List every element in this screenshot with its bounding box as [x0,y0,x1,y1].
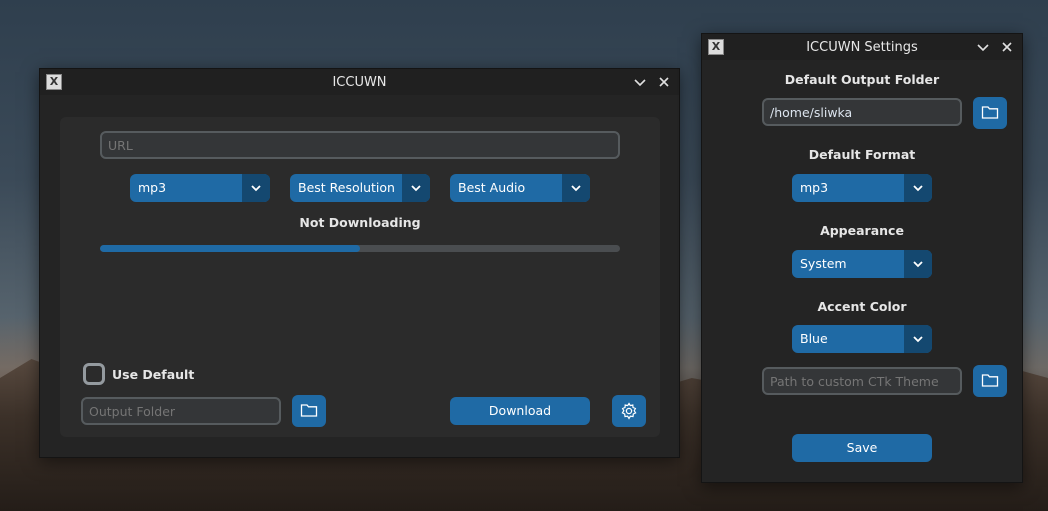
format-dropdown[interactable]: mp3 [130,174,270,202]
chevron-down-icon [913,336,923,343]
url-input[interactable] [100,131,620,159]
accent-color-value: Blue [800,331,828,346]
resolution-dropdown-value: Best Resolution [298,180,395,195]
gear-icon [621,402,637,420]
browse-output-folder-button[interactable] [292,395,326,427]
chevron-down-icon [251,185,261,192]
main-window: X ICCUWN mp3 Best Resolution Best Audio … [39,68,680,458]
default-format-arrow[interactable] [904,174,932,202]
main-panel [60,117,660,437]
accent-color-label: Accent Color [817,299,907,314]
resolution-dropdown[interactable]: Best Resolution [290,174,430,202]
main-window-title: ICCUWN [332,75,387,90]
format-dropdown-arrow[interactable] [242,174,270,202]
default-output-folder-label: Default Output Folder [784,72,940,87]
browse-default-folder-button[interactable] [973,97,1007,129]
chevron-down-icon [571,185,581,192]
audio-dropdown-arrow[interactable] [562,174,590,202]
default-format-label: Default Format [808,147,916,162]
chevron-down-icon [411,185,421,192]
download-button[interactable]: Download [450,397,590,425]
default-format-dropdown[interactable]: mp3 [792,174,932,202]
format-dropdown-value: mp3 [138,180,167,195]
appearance-value: System [800,256,847,271]
resolution-dropdown-arrow[interactable] [402,174,430,202]
settings-close-button[interactable] [998,38,1016,56]
download-status: Not Downloading [299,215,421,230]
chevron-down-icon [634,79,646,87]
folder-icon [300,404,318,417]
minimize-button[interactable] [631,73,649,91]
settings-button[interactable] [612,395,646,427]
progress-bar [100,245,620,252]
appearance-label: Appearance [820,223,904,238]
close-icon [1002,42,1012,52]
folder-icon [981,374,999,387]
audio-dropdown[interactable]: Best Audio [450,174,590,202]
output-folder-input[interactable] [81,397,281,425]
default-format-value: mp3 [800,180,829,195]
browse-theme-button[interactable] [973,365,1007,397]
close-icon [659,77,669,87]
default-output-folder-input[interactable] [762,98,962,126]
chevron-down-icon [977,44,989,52]
chevron-down-icon [913,185,923,192]
theme-path-input[interactable] [762,367,962,395]
accent-color-dropdown[interactable]: Blue [792,325,932,353]
appearance-dropdown[interactable]: System [792,250,932,278]
close-button[interactable] [655,73,673,91]
settings-window: X ICCUWN Settings Default Output Folder … [701,33,1023,483]
accent-color-arrow[interactable] [904,325,932,353]
audio-dropdown-value: Best Audio [458,180,526,195]
chevron-down-icon [913,261,923,268]
use-default-label[interactable]: Use Default [112,367,194,382]
main-titlebar[interactable]: X ICCUWN [40,69,679,95]
progress-bar-fill [100,245,360,252]
appearance-arrow[interactable] [904,250,932,278]
use-default-checkbox[interactable] [83,363,105,385]
folder-icon [981,106,999,119]
settings-titlebar[interactable]: X ICCUWN Settings [702,34,1022,60]
save-button[interactable]: Save [792,434,932,462]
settings-minimize-button[interactable] [974,38,992,56]
